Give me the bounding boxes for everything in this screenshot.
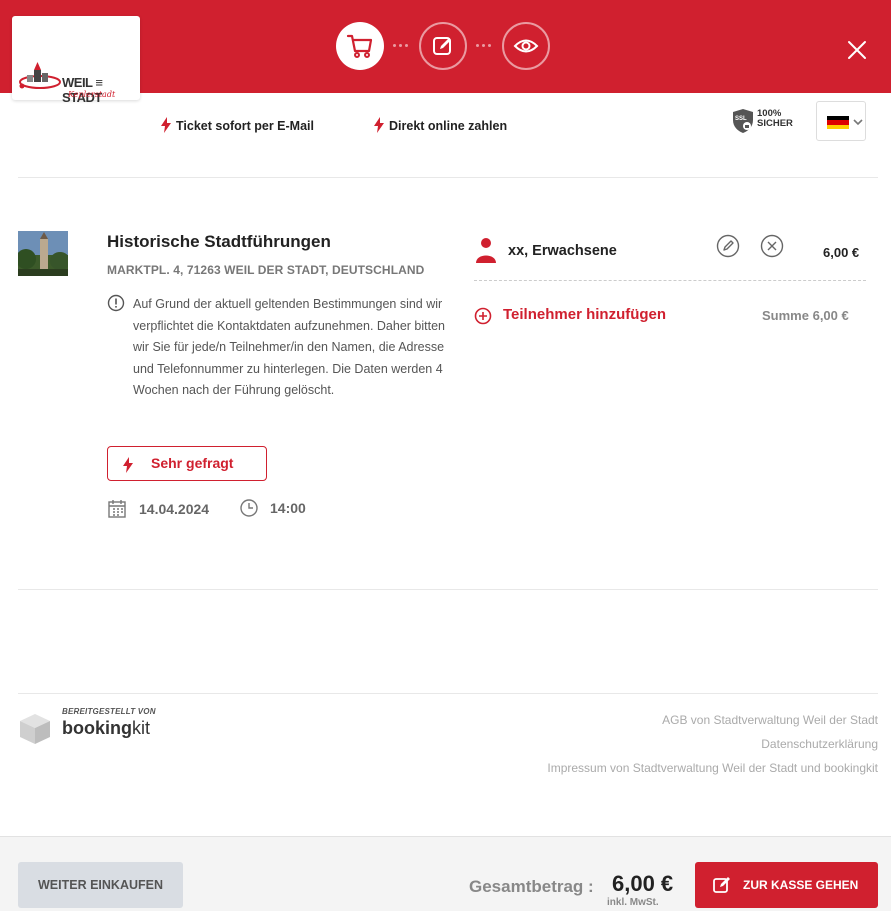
checkout-label: ZUR KASSE GEHEN (743, 878, 859, 892)
terms-link[interactable]: AGB von Stadtverwaltung Weil der Stadt (662, 713, 878, 727)
event-time: 14:00 (270, 500, 306, 516)
shield-icon: SSL (733, 109, 753, 133)
vat-label: inkl. MwSt. (607, 897, 659, 908)
sum: Summe 6,00 € (762, 308, 849, 323)
popular-badge: Sehr gefragt (107, 446, 267, 481)
lightning-icon (374, 117, 384, 133)
divider (18, 693, 878, 694)
german-flag-icon (827, 116, 849, 129)
participant-name: xx, Erwachsene (508, 243, 617, 259)
lightning-icon (161, 117, 171, 133)
trust-item-payment-label: Direkt online zahlen (389, 119, 508, 133)
imprint-link[interactable]: Impressum von Stadtverwaltung Weil der S… (547, 761, 878, 775)
product-notice: Auf Grund der aktuell geltenden Bestimmu… (133, 297, 446, 397)
trust-item-payment: Direkt online zahlen (373, 117, 507, 133)
info-icon (107, 294, 125, 312)
add-participant-label: Teilnehmer hinzufügen (503, 306, 667, 323)
bottom-bar: WEITER EINKAUFEN Gesamtbetrag : 6,00 € i… (0, 836, 891, 911)
calendar-icon (108, 500, 126, 518)
bookingkit-logo-light: kit (132, 718, 150, 738)
total-value: 6,00 € (612, 871, 674, 896)
trust-item-email: Ticket sofort per E-Mail (160, 117, 314, 133)
edit-icon (713, 877, 730, 893)
sum-label: Summe (762, 308, 809, 323)
chevron-down-icon (853, 119, 863, 126)
step-edit[interactable] (419, 22, 467, 70)
divider (18, 177, 878, 178)
bookingkit-logo-bold: booking (62, 718, 132, 738)
pencil-icon (716, 234, 740, 258)
ssl-text: 100% SICHER (757, 109, 793, 129)
event-date: 14.04.2024 (139, 501, 210, 517)
provided-by-label: BEREITGESTELLT VON (62, 707, 156, 716)
close-circle-icon (760, 234, 784, 258)
trust-item-email-label: Ticket sofort per E-Mail (176, 119, 314, 133)
close-button[interactable] (845, 38, 869, 62)
remove-participant-button[interactable] (760, 234, 784, 263)
step-preview[interactable] (502, 22, 550, 70)
logo-mark-icon (19, 62, 61, 89)
bookingkit-cube-icon (20, 714, 50, 744)
sum-value: 6,00 € (812, 308, 849, 323)
divider (18, 589, 878, 590)
total-label: Gesamtbetrag : (469, 877, 594, 896)
popular-badge-label: Sehr gefragt (151, 455, 234, 471)
participant-price: 6,00 € (823, 245, 860, 260)
dashed-divider (474, 280, 866, 281)
person-icon (476, 238, 496, 263)
edit-icon (433, 37, 451, 55)
tower-image-icon (18, 231, 68, 276)
ssl-secure: SICHER (757, 118, 793, 129)
plus-circle-icon (474, 307, 492, 325)
continue-shopping-button[interactable]: WEITER EINKAUFEN (18, 862, 183, 908)
clock-icon (240, 499, 258, 517)
ssl-badge: SSL 100% SICHER (731, 108, 801, 134)
lightning-icon (123, 457, 133, 473)
close-icon (848, 41, 866, 59)
step-dots (393, 44, 415, 48)
ssl-badge-text: SSL (735, 116, 747, 122)
bookingkit-logo[interactable]: bookingkit (62, 718, 150, 739)
edit-participant-button[interactable] (716, 234, 740, 263)
logo[interactable]: WEIL ≡ STADT Keplerstadt (12, 16, 140, 105)
header-bar: WEIL ≡ STADT Keplerstadt (0, 0, 891, 105)
step-cart[interactable] (336, 22, 384, 70)
language-select[interactable] (816, 101, 866, 141)
logo-tagline: Keplerstadt (68, 90, 116, 99)
product-address: MARKTPL. 4, 71263 WEIL DER STADT, DEUTSC… (107, 263, 425, 277)
checkout-button[interactable]: ZUR KASSE GEHEN (695, 862, 878, 908)
step-dots (476, 44, 498, 48)
checkout-steps (336, 22, 558, 70)
product-title[interactable]: Historische Stadtführungen (107, 232, 331, 252)
cart-icon (346, 34, 373, 58)
eye-icon (513, 39, 539, 53)
privacy-link[interactable]: Datenschutzerklärung (761, 737, 878, 751)
product-image (18, 231, 68, 276)
